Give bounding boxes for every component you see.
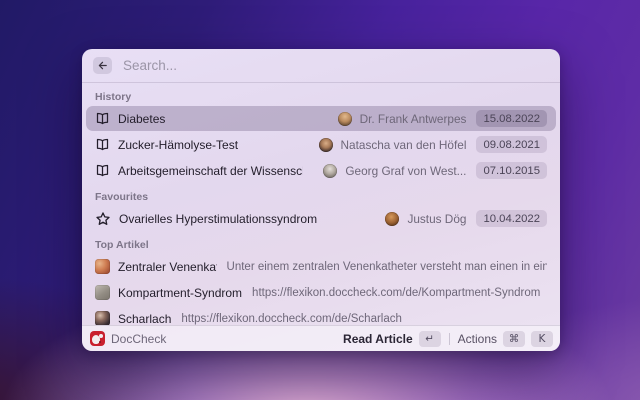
search-input[interactable] <box>121 57 549 74</box>
article-title: Scharlach <box>118 312 171 326</box>
app-name: DocCheck <box>111 332 166 346</box>
result-row-arbeitsgemeinschaft[interactable]: Arbeitsgemeinschaft der Wissenschaftlich… <box>86 158 556 183</box>
author-name: Natascha van den Höfel <box>341 138 467 152</box>
footer-divider <box>449 333 450 345</box>
article-url: https://flexikon.doccheck.com/de/Kompart… <box>252 287 540 299</box>
doccheck-search-window: History Diabetes Dr. Frank Antwerpes 15.… <box>82 49 560 351</box>
section-label-history: History <box>95 91 547 103</box>
return-keycap: ↵ <box>419 331 441 347</box>
author-name: Justus Dög <box>407 212 466 226</box>
back-button[interactable] <box>93 57 112 74</box>
article-thumbnail <box>95 311 110 325</box>
result-title: Ovarielles Hyperstimulationssyndrom <box>119 212 317 226</box>
result-title: Diabetes <box>118 112 165 126</box>
result-row-ovarielles-hyperstimulationssyndrom[interactable]: Ovarielles Hyperstimulationssyndrom Just… <box>86 206 556 231</box>
date-badge: 07.10.2015 <box>476 162 547 179</box>
author-avatar <box>319 138 333 152</box>
article-row-zentraler-venenkatheter[interactable]: Zentraler Venenkatheter Unter einem zent… <box>86 254 556 279</box>
desktop-background: History Diabetes Dr. Frank Antwerpes 15.… <box>0 0 640 400</box>
book-open-icon <box>95 111 110 126</box>
author-name: Georg Graf von West... <box>345 164 466 178</box>
author-avatar <box>338 112 352 126</box>
star-icon <box>95 211 111 227</box>
article-row-scharlach[interactable]: Scharlach https://flexikon.doccheck.com/… <box>86 306 556 325</box>
k-keycap: K <box>531 331 553 347</box>
author-name: Dr. Frank Antwerpes <box>360 112 467 126</box>
read-article-action[interactable]: Read Article <box>343 332 413 346</box>
result-title: Zucker-Hämolyse-Test <box>118 138 238 152</box>
date-badge: 10.04.2022 <box>476 210 547 227</box>
article-title: Zentraler Venenkatheter <box>118 260 217 274</box>
article-thumbnail <box>95 259 110 274</box>
arrow-left-icon <box>97 60 109 71</box>
article-thumbnail <box>95 285 110 300</box>
date-badge: 09.08.2021 <box>476 136 547 153</box>
result-row-zucker-haemolyse-test[interactable]: Zucker-Hämolyse-Test Natascha van den Hö… <box>86 132 556 157</box>
article-url: https://flexikon.doccheck.com/de/Scharla… <box>181 313 402 325</box>
section-label-top-artikel: Top Artikel <box>95 239 547 251</box>
author-avatar <box>323 164 337 178</box>
article-description: Unter einem zentralen Venenkatheter vers… <box>227 261 547 273</box>
doccheck-logo-icon <box>90 331 105 346</box>
date-badge: 15.08.2022 <box>476 110 547 127</box>
book-open-icon <box>95 163 110 178</box>
search-bar <box>82 49 560 82</box>
command-keycap: ⌘ <box>503 331 525 347</box>
author-avatar <box>385 212 399 226</box>
book-open-icon <box>95 137 110 152</box>
result-row-diabetes[interactable]: Diabetes Dr. Frank Antwerpes 15.08.2022 <box>86 106 556 131</box>
results-list: History Diabetes Dr. Frank Antwerpes 15.… <box>82 83 560 325</box>
article-title: Kompartment-Syndrom <box>118 286 242 300</box>
actions-menu[interactable]: Actions <box>458 332 497 346</box>
section-label-favourites: Favourites <box>95 191 547 203</box>
result-title: Arbeitsgemeinschaft der Wissenschaftlich… <box>118 164 303 178</box>
article-row-kompartment-syndrom[interactable]: Kompartment-Syndrom https://flexikon.doc… <box>86 280 556 305</box>
footer-bar: DocCheck Read Article ↵ Actions ⌘ K <box>82 325 560 351</box>
